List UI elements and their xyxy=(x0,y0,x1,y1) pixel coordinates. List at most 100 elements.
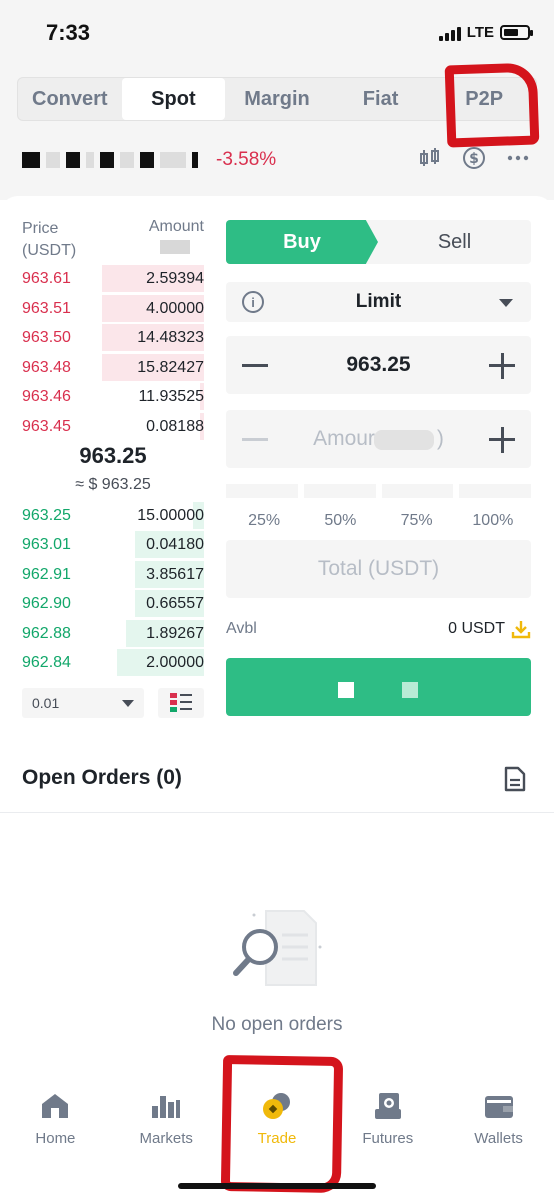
bid-amount: 2.00000 xyxy=(146,653,204,671)
status-bar: 7:33 LTE xyxy=(0,0,554,70)
bid-row[interactable]: 962.91 3.85617 xyxy=(22,560,204,589)
percent-75[interactable]: 75% xyxy=(379,512,455,530)
network-type: LTE xyxy=(466,24,494,41)
home-indicator[interactable] xyxy=(178,1183,376,1189)
percent-slider: 25% 50% 75% 100% xyxy=(226,484,531,530)
nav-trade[interactable]: Trade xyxy=(222,1078,333,1168)
ask-row[interactable]: 963.45 0.08188 xyxy=(22,412,204,441)
chevron-down-icon xyxy=(499,299,513,307)
nav-wallets[interactable]: Wallets xyxy=(443,1078,554,1168)
percent-bars[interactable] xyxy=(226,484,531,498)
ask-amount: 0.08188 xyxy=(146,417,204,435)
order-type-value: Limit xyxy=(355,291,402,312)
empty-search-illustration xyxy=(233,910,322,986)
open-orders-title: Open Orders (0) xyxy=(22,766,182,789)
bid-amount: 0.66557 xyxy=(146,594,204,612)
tab-fiat[interactable]: Fiat xyxy=(329,78,433,120)
order-type-select[interactable]: i Limit xyxy=(226,282,531,322)
buy-sell-toggle: Buy Sell xyxy=(226,220,531,264)
divider xyxy=(0,812,554,813)
ask-amount: 2.59394 xyxy=(146,269,204,287)
bottom-navigation: Home Markets Trade Futures Wallets xyxy=(0,1078,554,1168)
trade-icon xyxy=(261,1090,293,1122)
nav-trade-label: Trade xyxy=(257,1130,297,1147)
empty-orders-message: No open orders xyxy=(211,1014,343,1035)
markets-icon xyxy=(150,1090,182,1122)
ask-price: 963.48 xyxy=(22,358,71,376)
tab-convert[interactable]: Convert xyxy=(18,78,122,120)
more-icon[interactable] xyxy=(506,146,530,170)
order-history-icon[interactable] xyxy=(504,766,526,792)
book-layout-icon xyxy=(170,693,192,712)
bid-amount: 0.04180 xyxy=(146,535,204,553)
depth-step-select[interactable]: 0.01 xyxy=(22,688,144,718)
bid-row[interactable]: 963.25 15.00000 xyxy=(22,501,204,530)
amount-placeholder: Amour xyxy=(313,427,375,450)
pair-actions: $ xyxy=(418,146,530,170)
ask-amount: 14.48323 xyxy=(137,328,204,346)
amount-unit-redacted xyxy=(374,430,434,450)
last-price[interactable]: 963.25 xyxy=(22,443,204,469)
buy-submit-button[interactable] xyxy=(226,658,531,716)
bid-amount: 1.89267 xyxy=(146,624,204,642)
depth-step-value: 0.01 xyxy=(32,695,60,711)
home-icon xyxy=(39,1090,71,1122)
nav-futures-label: Futures xyxy=(362,1130,414,1147)
percent-100[interactable]: 100% xyxy=(455,512,531,530)
amount-placeholder-end: ) xyxy=(436,427,444,450)
bid-price: 962.90 xyxy=(22,594,71,612)
bid-row[interactable]: 963.01 0.04180 xyxy=(22,530,204,559)
ask-row[interactable]: 963.46 11.93525 xyxy=(22,382,204,411)
bid-row[interactable]: 962.88 1.89267 xyxy=(22,619,204,648)
nav-home-label: Home xyxy=(35,1130,76,1147)
ask-price: 963.45 xyxy=(22,417,71,435)
tab-spot[interactable]: Spot xyxy=(121,78,226,120)
plus-icon xyxy=(501,427,504,453)
price-input[interactable]: 963.25 xyxy=(226,353,531,377)
ask-price: 963.50 xyxy=(22,328,71,346)
percent-25[interactable]: 25% xyxy=(226,512,302,530)
total-input[interactable]: Total (USDT) xyxy=(226,540,531,598)
battery-icon xyxy=(500,25,533,40)
bid-price: 962.88 xyxy=(22,624,71,642)
sell-tab[interactable]: Sell xyxy=(378,220,531,264)
pair-name-redacted[interactable] xyxy=(22,146,198,174)
dollar-coin-icon[interactable]: $ xyxy=(462,146,486,170)
redacted-label xyxy=(402,682,418,698)
info-icon[interactable]: i xyxy=(242,291,264,313)
bid-price: 963.01 xyxy=(22,535,71,553)
nav-futures[interactable]: Futures xyxy=(332,1078,443,1168)
bid-price: 962.84 xyxy=(22,653,71,671)
nav-home[interactable]: Home xyxy=(0,1078,111,1168)
pair-row: -3.58% $ xyxy=(22,146,532,176)
ask-amount: 11.93525 xyxy=(138,387,204,405)
wallet-icon xyxy=(483,1090,515,1122)
plus-icon xyxy=(501,353,504,379)
deposit-icon[interactable] xyxy=(511,619,531,639)
available-label: Avbl xyxy=(226,620,257,637)
ask-row[interactable]: 963.48 15.82427 xyxy=(22,353,204,382)
chevron-down-icon xyxy=(122,699,134,707)
amount-unit-redacted xyxy=(160,240,190,254)
bid-amount: 3.85617 xyxy=(146,565,204,583)
order-book-view-toggle[interactable] xyxy=(158,688,204,718)
ask-price: 963.61 xyxy=(22,269,71,287)
bid-amount: 15.00000 xyxy=(137,506,204,524)
bid-row[interactable]: 962.90 0.66557 xyxy=(22,589,204,618)
ask-row[interactable]: 963.51 4.00000 xyxy=(22,294,204,323)
nav-wallets-label: Wallets xyxy=(474,1130,523,1147)
buy-tab[interactable]: Buy xyxy=(226,220,378,264)
ask-row[interactable]: 963.61 2.59394 xyxy=(22,264,204,293)
bid-row[interactable]: 962.84 2.00000 xyxy=(22,648,204,677)
futures-icon xyxy=(372,1090,404,1122)
percent-50[interactable]: 50% xyxy=(302,512,378,530)
candlestick-chart-icon[interactable] xyxy=(418,146,442,170)
tab-p2p[interactable]: P2P xyxy=(432,78,536,120)
nav-markets[interactable]: Markets xyxy=(111,1078,222,1168)
redacted-label xyxy=(338,682,354,698)
available-balance: Avbl 0 USDT xyxy=(226,620,531,642)
ask-price: 963.51 xyxy=(22,299,71,317)
ask-price: 963.46 xyxy=(22,387,71,405)
ask-row[interactable]: 963.50 14.48323 xyxy=(22,323,204,352)
tab-margin[interactable]: Margin xyxy=(225,78,329,120)
